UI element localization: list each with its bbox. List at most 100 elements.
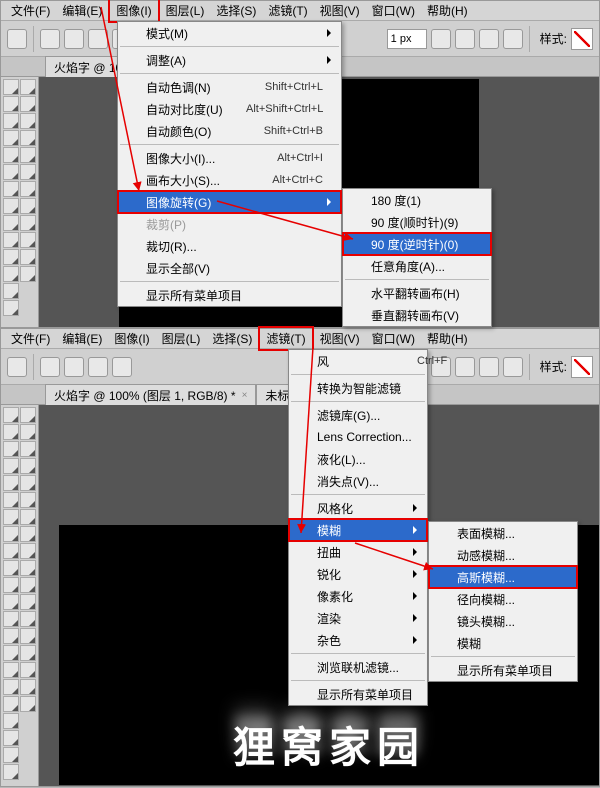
tool-icon[interactable] [20, 232, 36, 248]
tool-icon[interactable] [3, 407, 19, 423]
px-input[interactable]: 1 px [387, 29, 427, 49]
tool-icon[interactable] [3, 645, 19, 661]
tool-icon[interactable] [3, 441, 19, 457]
tool-icon[interactable] [3, 713, 19, 729]
style-none-icon[interactable] [571, 356, 593, 378]
menu-item[interactable]: 显示所有菜单项目 [429, 659, 577, 681]
menu-item[interactable]: 显示全部(V) [118, 257, 341, 279]
align-icon-4[interactable] [503, 29, 523, 49]
tool-icon[interactable] [3, 215, 19, 231]
opt-icon-4[interactable] [112, 357, 132, 377]
opt-icon-2[interactable] [64, 357, 84, 377]
menu-item[interactable]: 液化(L)... [289, 448, 427, 470]
tool-icon[interactable] [20, 458, 36, 474]
menu-item[interactable]: 任意角度(A)... [343, 255, 491, 277]
menu-item[interactable]: 画布大小(S)...Alt+Ctrl+C [118, 169, 341, 191]
menu-item[interactable]: 镜头模糊... [429, 610, 577, 632]
menu-item[interactable]: 浏览联机滤镜... [289, 656, 427, 678]
tool-icon[interactable] [20, 526, 36, 542]
menu-l[interactable]: 图层(L) [160, 0, 211, 21]
tool-icon[interactable] [3, 130, 19, 146]
menu-i[interactable]: 图像(I) [108, 328, 155, 349]
menu-item[interactable]: 锐化 [289, 563, 427, 585]
menu-w[interactable]: 窗口(W) [366, 0, 421, 21]
menu-item[interactable]: 裁切(R)... [118, 235, 341, 257]
tool-icon[interactable] [20, 130, 36, 146]
opt-icon-3[interactable] [88, 29, 108, 49]
tool-preset-icon[interactable] [7, 357, 27, 377]
menu-item[interactable]: 180 度(1) [343, 189, 491, 211]
menu-item[interactable]: 高斯模糊... [429, 566, 577, 588]
menu-h[interactable]: 帮助(H) [421, 328, 474, 349]
tool-preset-icon[interactable] [7, 29, 27, 49]
tool-icon[interactable] [3, 249, 19, 265]
tool-icon[interactable] [3, 764, 19, 780]
tool-icon[interactable] [20, 645, 36, 661]
tool-icon[interactable] [20, 628, 36, 644]
menu-item[interactable]: 表面模糊... [429, 522, 577, 544]
menu-item[interactable]: 径向模糊... [429, 588, 577, 610]
tool-icon[interactable] [20, 113, 36, 129]
tool-icon[interactable] [3, 164, 19, 180]
tool-icon[interactable] [3, 79, 19, 95]
tool-icon[interactable] [3, 492, 19, 508]
tool-icon[interactable] [20, 594, 36, 610]
tool-icon[interactable] [3, 147, 19, 163]
tool-icon[interactable] [20, 577, 36, 593]
tool-icon[interactable] [3, 747, 19, 763]
menu-item[interactable]: 自动颜色(O)Shift+Ctrl+B [118, 120, 341, 142]
menu-t[interactable]: 滤镜(T) [258, 326, 313, 351]
menu-item[interactable]: 90 度(顺时针)(9) [343, 211, 491, 233]
tool-icon[interactable] [3, 424, 19, 440]
menu-item[interactable]: 垂直翻转画布(V) [343, 304, 491, 326]
tool-icon[interactable] [20, 96, 36, 112]
tool-icon[interactable] [20, 543, 36, 559]
tool-icon[interactable] [20, 147, 36, 163]
tool-icon[interactable] [3, 181, 19, 197]
tool-icon[interactable] [3, 509, 19, 525]
tool-icon[interactable] [3, 113, 19, 129]
menu-item[interactable]: 风格化 [289, 497, 427, 519]
menu-item[interactable]: Lens Correction... [289, 426, 427, 448]
menu-s[interactable]: 选择(S) [206, 328, 258, 349]
tool-icon[interactable] [20, 662, 36, 678]
align-icon-3[interactable] [479, 357, 499, 377]
menu-item[interactable]: 扭曲 [289, 541, 427, 563]
menu-item[interactable]: 水平翻转画布(H) [343, 282, 491, 304]
menu-f[interactable]: 文件(F) [5, 0, 56, 21]
tool-icon[interactable] [3, 300, 19, 316]
align-icon-1[interactable] [431, 29, 451, 49]
tool-icon[interactable] [20, 424, 36, 440]
tool-icon[interactable] [3, 611, 19, 627]
style-none-icon[interactable] [571, 28, 593, 50]
tool-icon[interactable] [20, 509, 36, 525]
menu-item[interactable]: 杂色 [289, 629, 427, 651]
menu-item[interactable]: 模式(M) [118, 22, 341, 44]
tool-icon[interactable] [20, 696, 36, 712]
menu-item[interactable]: 显示所有菜单项目 [118, 284, 341, 306]
tool-icon[interactable] [20, 164, 36, 180]
menu-s[interactable]: 选择(S) [210, 0, 262, 21]
align-icon-2[interactable] [455, 357, 475, 377]
menu-e[interactable]: 编辑(E) [56, 328, 108, 349]
tool-icon[interactable] [3, 266, 19, 282]
tool-icon[interactable] [20, 266, 36, 282]
tool-icon[interactable] [20, 441, 36, 457]
tool-icon[interactable] [3, 458, 19, 474]
tool-icon[interactable] [20, 407, 36, 423]
menu-item[interactable]: 90 度(逆时针)(0) [343, 233, 491, 255]
menu-e[interactable]: 编辑(E) [56, 0, 108, 21]
tool-icon[interactable] [3, 526, 19, 542]
tool-icon[interactable] [3, 594, 19, 610]
menu-item[interactable]: 模糊 [429, 632, 577, 654]
tool-icon[interactable] [20, 679, 36, 695]
tool-icon[interactable] [3, 543, 19, 559]
menu-item[interactable]: 消失点(V)... [289, 470, 427, 492]
menu-item[interactable]: 显示所有菜单项目 [289, 683, 427, 705]
menu-item[interactable]: 自动色调(N)Shift+Ctrl+L [118, 76, 341, 98]
tool-icon[interactable] [3, 283, 19, 299]
menu-item[interactable]: 图像大小(I)...Alt+Ctrl+I [118, 147, 341, 169]
align-icon-3[interactable] [479, 29, 499, 49]
menu-i[interactable]: 图像(I) [108, 0, 159, 23]
opt-icon-1[interactable] [40, 29, 60, 49]
